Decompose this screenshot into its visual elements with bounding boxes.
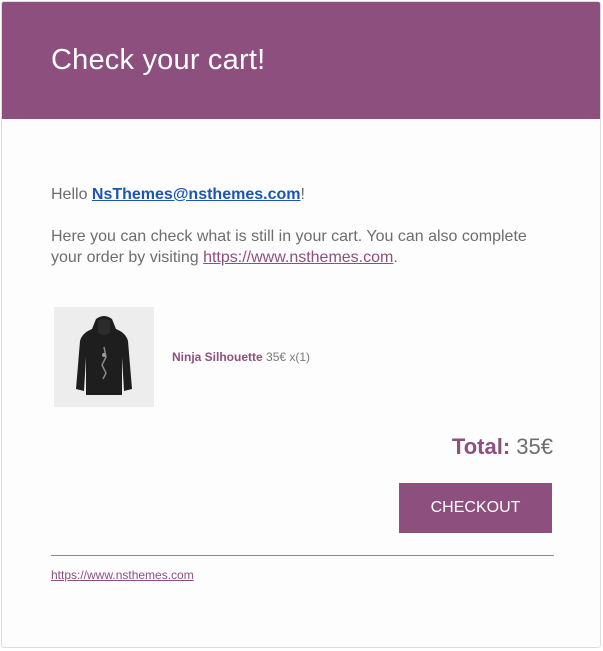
email-link[interactable]: NsThemes@nsthemes.com <box>92 186 301 203</box>
email-header: Check your cart! <box>2 2 600 119</box>
product-name[interactable]: Ninja Silhouette <box>172 350 263 364</box>
product-price-qty: 35€ x(1) <box>266 350 311 364</box>
intro-link[interactable]: https://www.nsthemes.com <box>203 249 393 266</box>
footer-divider <box>51 555 554 556</box>
email-card: Check your cart! Hello NsThemes@nsthemes… <box>1 1 601 648</box>
checkout-button[interactable]: CHECKOUT <box>399 483 552 533</box>
total-amount: 35€ <box>516 434 553 459</box>
greeting: Hello NsThemes@nsthemes.com! <box>51 186 305 204</box>
cart-total: Total: 35€ <box>452 434 553 460</box>
intro-text: Here you can check what is still in your… <box>51 226 531 268</box>
cart-item: Ninja Silhouette 35€ x(1) <box>54 307 310 407</box>
total-label: Total: <box>451 434 511 459</box>
greeting-suffix: ! <box>300 186 305 203</box>
email-title: Check your cart! <box>51 44 266 76</box>
greeting-prefix: Hello <box>51 186 92 203</box>
product-image[interactable] <box>54 307 154 407</box>
hoodie-icon <box>76 316 132 395</box>
intro-end: . <box>393 249 398 266</box>
footer-link[interactable]: https://www.nsthemes.com <box>51 568 194 582</box>
product-details: Ninja Silhouette 35€ x(1) <box>172 350 310 364</box>
